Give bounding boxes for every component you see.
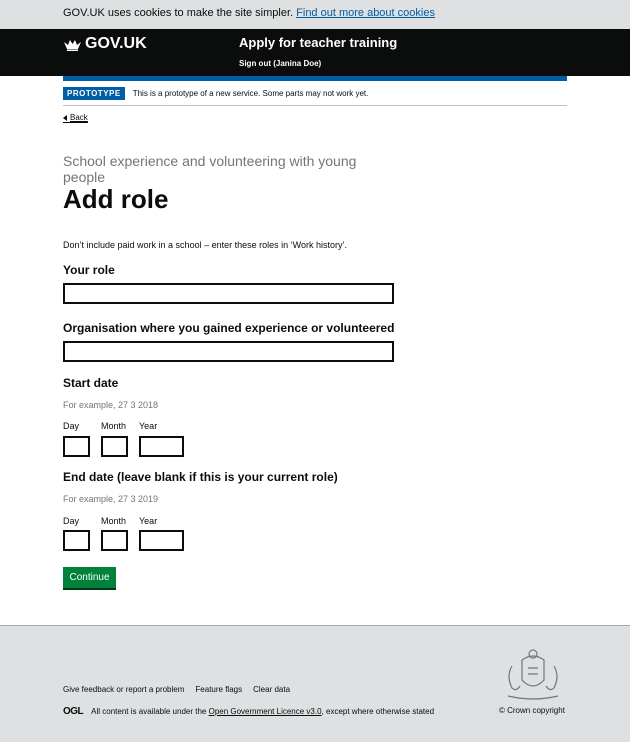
role-input[interactable] [63, 283, 394, 304]
clear-data-link[interactable]: Clear data [253, 685, 290, 694]
licence-suffix: , except where otherwise stated [321, 707, 435, 716]
cookie-banner-text: GOV.UK uses cookies to make the site sim… [63, 7, 294, 19]
role-label: Your role [63, 263, 115, 277]
page-caption: School experience and volunteering with … [63, 153, 357, 185]
phase-tag: PROTOTYPE [63, 86, 125, 100]
start-month-input[interactable] [101, 436, 128, 457]
feature-flags-link[interactable]: Feature flags [195, 685, 242, 694]
phase-text: This is a prototype of a new service. So… [132, 88, 369, 98]
sign-out-link[interactable]: Sign out (Janina Doe) [239, 59, 321, 68]
footer-links: Give feedback or report a problem Featur… [63, 685, 290, 694]
cookie-info-link[interactable]: Find out more about cookies [296, 7, 435, 19]
licence-prefix: All content is available under the [91, 707, 207, 716]
end-day-label: Day [63, 516, 80, 526]
start-year-input[interactable] [139, 436, 184, 457]
royal-coat-of-arms-icon [507, 649, 559, 700]
start-month-label: Month [101, 421, 127, 431]
ogl-logo: OGL [63, 706, 84, 717]
page-title: Add role [63, 184, 169, 214]
start-day-label: Day [63, 421, 80, 431]
start-year-label: Year [139, 421, 158, 431]
site-footer: Give feedback or report a problem Featur… [0, 625, 630, 742]
phase-banner: PROTOTYPE This is a prototype of a new s… [63, 81, 567, 106]
end-year-input[interactable] [139, 530, 184, 551]
end-day-input[interactable] [63, 530, 90, 551]
start-day-input[interactable] [63, 436, 90, 457]
licence-link[interactable]: Open Government Licence v3.0 [209, 707, 322, 716]
end-date-hint: For example, 27 3 2019 [63, 494, 159, 504]
organisation-label: Organisation where you gained experience… [63, 321, 395, 335]
govuk-logo[interactable]: GOV.UK [63, 35, 147, 53]
licence-info: OGL All content is available under the O… [63, 706, 434, 717]
crown-icon [64, 39, 81, 51]
end-year-label: Year [139, 516, 158, 526]
organisation-input[interactable] [63, 341, 394, 362]
start-date-label: Start date [63, 376, 119, 390]
continue-button[interactable]: Continue [63, 567, 116, 588]
intro-text: Don’t include paid work in a school – en… [63, 240, 347, 250]
back-link[interactable]: Back [63, 113, 88, 123]
end-month-input[interactable] [101, 530, 128, 551]
end-month-label: Month [101, 516, 127, 526]
service-name[interactable]: Apply for teacher training [239, 35, 397, 50]
crown-copyright[interactable]: © Crown copyright [499, 706, 565, 715]
feedback-link[interactable]: Give feedback or report a problem [63, 685, 184, 694]
logo-text: GOV.UK [85, 35, 147, 52]
site-header: GOV.UK Apply for teacher training Sign o… [0, 29, 630, 76]
cookie-banner: GOV.UK uses cookies to make the site sim… [0, 0, 630, 29]
start-date-hint: For example, 27 3 2018 [63, 400, 159, 410]
end-date-label: End date (leave blank if this is your cu… [63, 470, 338, 484]
